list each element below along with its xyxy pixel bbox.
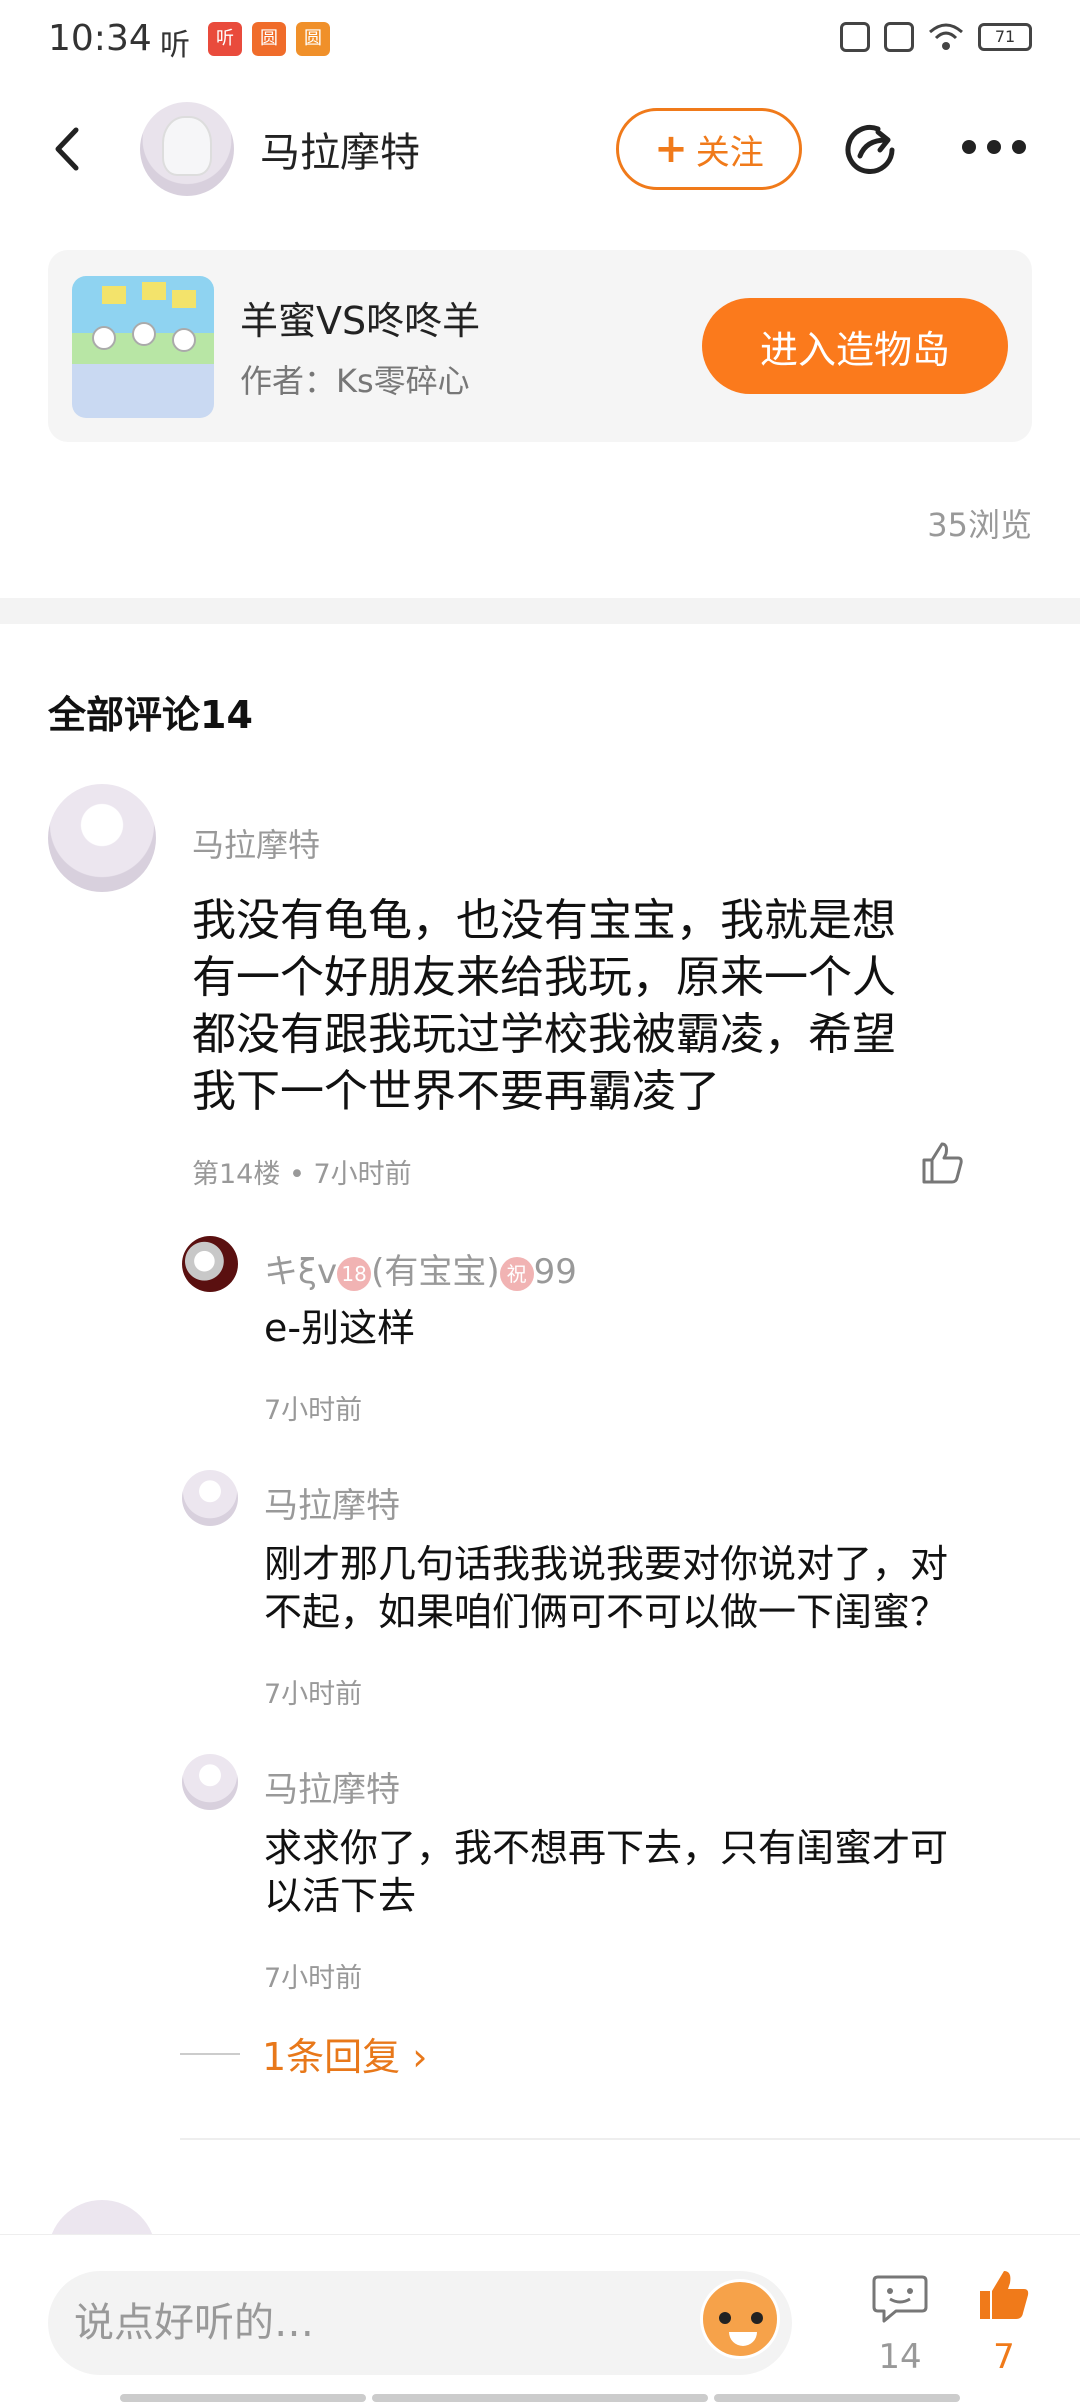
level-badge-icon: 18 [337, 1256, 372, 1291]
reply-line: 刚才那几句话我我说我要对你说对了，对 [264, 1542, 949, 1586]
share-icon[interactable] [842, 120, 902, 180]
mascot-icon[interactable] [700, 2279, 780, 2359]
gesture-bar [120, 2394, 366, 2402]
bottom-bar: 说点好听的… 14 7 [0, 2234, 1080, 2408]
comment-input[interactable]: 说点好听的… [48, 2271, 792, 2375]
back-arrow-icon[interactable] [44, 124, 94, 174]
view-count: 35浏览 [927, 506, 1032, 544]
reply-author-text: キξv [264, 1252, 338, 1292]
reply-avatar[interactable] [182, 1470, 238, 1526]
enter-island-button[interactable]: 进入造物岛 [702, 298, 1008, 394]
reply-time: 7小时前 [264, 1679, 363, 1710]
sim-icon [884, 22, 914, 52]
game-author: 作者：Ks零碎心 [240, 362, 470, 400]
follow-button[interactable]: + 关注 [616, 108, 802, 190]
comment-line: 我没有龟龟，也没有宝宝，我就是想 [192, 895, 896, 946]
reply-author[interactable]: キξv 18 (有宝宝) 祝 99 [264, 1244, 577, 1293]
gesture-bar [714, 2394, 960, 2402]
comment-separator [180, 2138, 1080, 2140]
status-bar: 10:34 听 听 圆 圆 71 [0, 0, 1080, 80]
author-name[interactable]: 马拉摩特 [260, 120, 420, 178]
wish-badge-icon: 祝 [499, 1256, 534, 1291]
reply-line: 以活下去 [264, 1874, 417, 1918]
thumbs-up-filled-icon[interactable] [976, 2267, 1032, 2323]
more-options-icon[interactable] [962, 140, 1026, 160]
more-replies-divider [180, 2052, 240, 2055]
mute-icon [840, 22, 870, 52]
reply-avatar[interactable] [182, 1236, 238, 1292]
reply-text: 刚才那几句话我我说我要对你说对了，对 不起，如果咱们俩可不可以做一下闺蜜？ [264, 1540, 1034, 1636]
commenter-name[interactable]: 马拉摩特 [192, 820, 320, 866]
plus-icon: + [654, 126, 688, 172]
reply-line: e-别这样 [264, 1306, 416, 1350]
follow-label: 关注 [695, 132, 764, 173]
reply-avatar[interactable] [182, 1754, 238, 1810]
status-icons: 71 [840, 22, 1032, 52]
more-replies-link[interactable]: 1条回复 › [180, 2026, 427, 2081]
game-thumbnail [72, 276, 214, 418]
commenter-avatar[interactable] [48, 784, 156, 892]
reply-author[interactable]: 马拉摩特 [264, 1762, 400, 1811]
reply-time: 7小时前 [264, 1963, 363, 1994]
author-avatar[interactable] [140, 102, 234, 196]
more-replies-label: 1条回复 › [262, 2035, 428, 2079]
comment-count: 14 [878, 2337, 922, 2377]
wifi-icon [929, 23, 963, 50]
reply-author[interactable]: 马拉摩特 [264, 1478, 400, 1527]
reply-line: 求求你了，我不想再下去，只有闺蜜才可 [264, 1826, 949, 1870]
app-notification-icon: 圆 [252, 22, 286, 56]
thumbs-up-icon[interactable] [918, 1140, 966, 1188]
section-divider [0, 598, 1080, 624]
reply-text: e-别这样 [264, 1304, 1034, 1352]
comment-meta: 第14楼 • 7小时前 [192, 1159, 412, 1190]
comment-icon[interactable] [872, 2273, 928, 2325]
reply-author-text: 99 [533, 1252, 577, 1292]
reply-text: 求求你了，我不想再下去，只有闺蜜才可 以活下去 [264, 1824, 1034, 1920]
comment-line: 都没有跟我玩过学校我被霸凌，希望 [192, 1009, 896, 1060]
gesture-bar [372, 2394, 708, 2402]
comment-line: 我下一个世界不要再霸凌了 [192, 1066, 720, 1117]
reply-time: 7小时前 [264, 1395, 363, 1426]
reply-line: 不起，如果咱们俩可不可以做一下闺蜜？ [264, 1590, 949, 1634]
like-count: 7 [993, 2337, 1015, 2377]
game-card[interactable]: 羊蜜VS咚咚羊 作者：Ks零碎心 进入造物岛 [48, 250, 1032, 442]
status-ting-label: 听 [160, 28, 190, 63]
comments-header: 全部评论14 [48, 693, 253, 737]
top-header: 马拉摩特 + 关注 [0, 90, 1080, 210]
reply-author-text: (有宝宝) [371, 1252, 500, 1292]
status-time: 10:34 [48, 18, 152, 59]
battery-icon: 71 [978, 23, 1032, 51]
comment-line: 有一个好朋友来给我玩，原来一个人 [192, 952, 896, 1003]
chevron-right-icon: › [412, 2035, 428, 2079]
comment-text: 我没有龟龟，也没有宝宝，我就是想 有一个好朋友来给我玩，原来一个人 都没有跟我玩… [192, 892, 952, 1120]
app-notification-icon: 圆 [296, 22, 330, 56]
game-title: 羊蜜VS咚咚羊 [240, 299, 481, 343]
app-notification-icon: 听 [208, 22, 242, 56]
